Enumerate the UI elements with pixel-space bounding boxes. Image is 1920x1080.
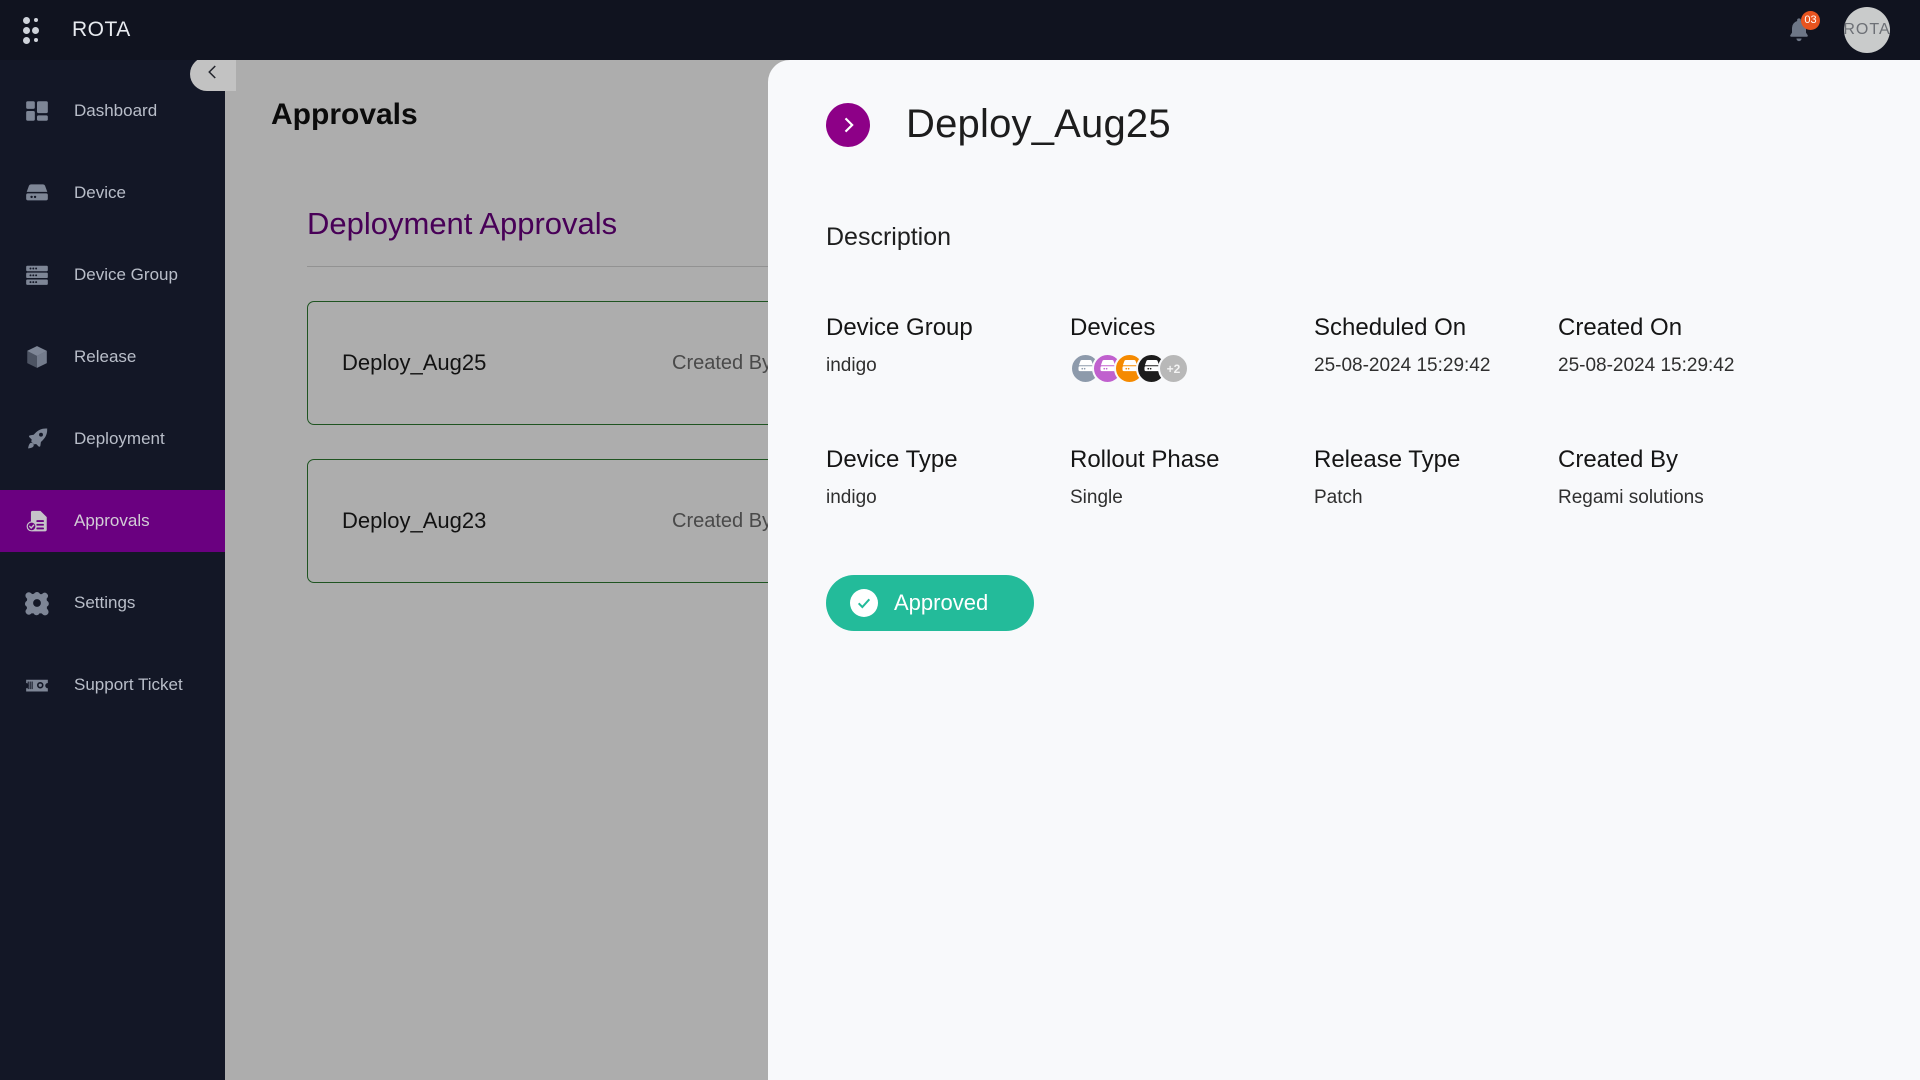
brand-name: ROTA — [72, 18, 131, 42]
field-value: indigo — [826, 487, 1070, 509]
field-device-type: Device Type indigo — [826, 446, 1070, 509]
chevron-left-icon — [204, 63, 222, 86]
device-avatar-overflow[interactable]: +2 — [1158, 353, 1189, 384]
approved-button-label: Approved — [894, 590, 988, 616]
sidebar-item-settings[interactable]: Settings — [0, 572, 225, 634]
field-label: Scheduled On — [1314, 314, 1558, 342]
field-value: 25-08-2024 15:29:42 — [1558, 355, 1858, 377]
field-value: Single — [1070, 487, 1314, 509]
device-server-icon — [22, 178, 52, 208]
sidebar-item-approvals[interactable]: Approvals — [0, 490, 225, 552]
top-bar-actions: 03 ROTA — [1782, 7, 1920, 53]
drawer-header: Deploy_Aug25 — [768, 102, 1920, 147]
field-created-by: Created By Regami solutions — [1558, 446, 1858, 509]
sidebar-item-label: Deployment — [74, 429, 165, 449]
device-group-rack-icon — [22, 260, 52, 290]
approved-button[interactable]: Approved — [826, 575, 1034, 631]
top-bar: ROTA 03 ROTA — [0, 0, 1920, 60]
sidebar-item-label: Approvals — [74, 511, 150, 531]
document-check-icon — [22, 506, 52, 536]
dot-grid-icon — [22, 15, 48, 45]
field-rollout-phase: Rollout Phase Single — [1070, 446, 1314, 509]
field-label: Created On — [1558, 314, 1858, 342]
sidebar-collapse-button[interactable] — [190, 57, 236, 91]
field-label: Created By — [1558, 446, 1858, 474]
brand-logo[interactable]: ROTA — [0, 15, 131, 45]
notification-badge: 03 — [1801, 11, 1820, 30]
field-device-group: Device Group indigo — [826, 314, 1070, 384]
field-scheduled-on: Scheduled On 25-08-2024 15:29:42 — [1314, 314, 1558, 384]
field-label: Release Type — [1314, 446, 1558, 474]
detail-grid: Device Group indigo Devices — [826, 314, 1920, 509]
field-value: Regami solutions — [1558, 487, 1858, 509]
release-box-icon — [22, 342, 52, 372]
check-circle-icon — [850, 589, 878, 617]
sidebar-item-support-ticket[interactable]: Support Ticket — [0, 654, 225, 716]
description-label: Description — [826, 223, 1920, 252]
sidebar-item-deployment[interactable]: Deployment — [0, 408, 225, 470]
detail-drawer: Deploy_Aug25 Description Device Group in… — [768, 60, 1920, 1080]
sidebar-item-label: Settings — [74, 593, 135, 613]
sidebar-item-release[interactable]: Release — [0, 326, 225, 388]
sidebar-item-label: Device Group — [74, 265, 178, 285]
field-label: Devices — [1070, 314, 1314, 342]
field-release-type: Release Type Patch — [1314, 446, 1558, 509]
field-value: indigo — [826, 355, 1070, 377]
drawer-title: Deploy_Aug25 — [906, 102, 1171, 147]
rocket-icon — [22, 424, 52, 454]
sidebar-item-device[interactable]: Device — [0, 162, 225, 224]
field-devices: Devices — [1070, 314, 1314, 384]
app-root: ROTA 03 ROTA Dashboard Device — [0, 0, 1920, 1080]
sidebar-item-dashboard[interactable]: Dashboard — [0, 80, 225, 142]
avatar[interactable]: ROTA — [1844, 7, 1890, 53]
sidebar-item-label: Device — [74, 183, 126, 203]
field-value: 25-08-2024 15:29:42 — [1314, 355, 1558, 377]
field-label: Device Type — [826, 446, 1070, 474]
gear-icon — [22, 588, 52, 618]
field-label: Rollout Phase — [1070, 446, 1314, 474]
field-label: Device Group — [826, 314, 1070, 342]
notification-button[interactable]: 03 — [1782, 13, 1816, 47]
sidebar-item-label: Dashboard — [74, 101, 157, 121]
device-avatar-stack[interactable]: +2 — [1070, 353, 1314, 384]
ticket-icon — [22, 670, 52, 700]
sidebar-item-device-group[interactable]: Device Group — [0, 244, 225, 306]
field-value: Patch — [1314, 487, 1558, 509]
dashboard-grid-icon — [22, 96, 52, 126]
sidebar-item-label: Release — [74, 347, 136, 367]
chevron-right-circle-icon[interactable] — [826, 103, 870, 147]
sidebar: Dashboard Device Device Group Release De — [0, 60, 225, 1080]
sidebar-item-label: Support Ticket — [74, 675, 183, 695]
field-created-on: Created On 25-08-2024 15:29:42 — [1558, 314, 1858, 384]
